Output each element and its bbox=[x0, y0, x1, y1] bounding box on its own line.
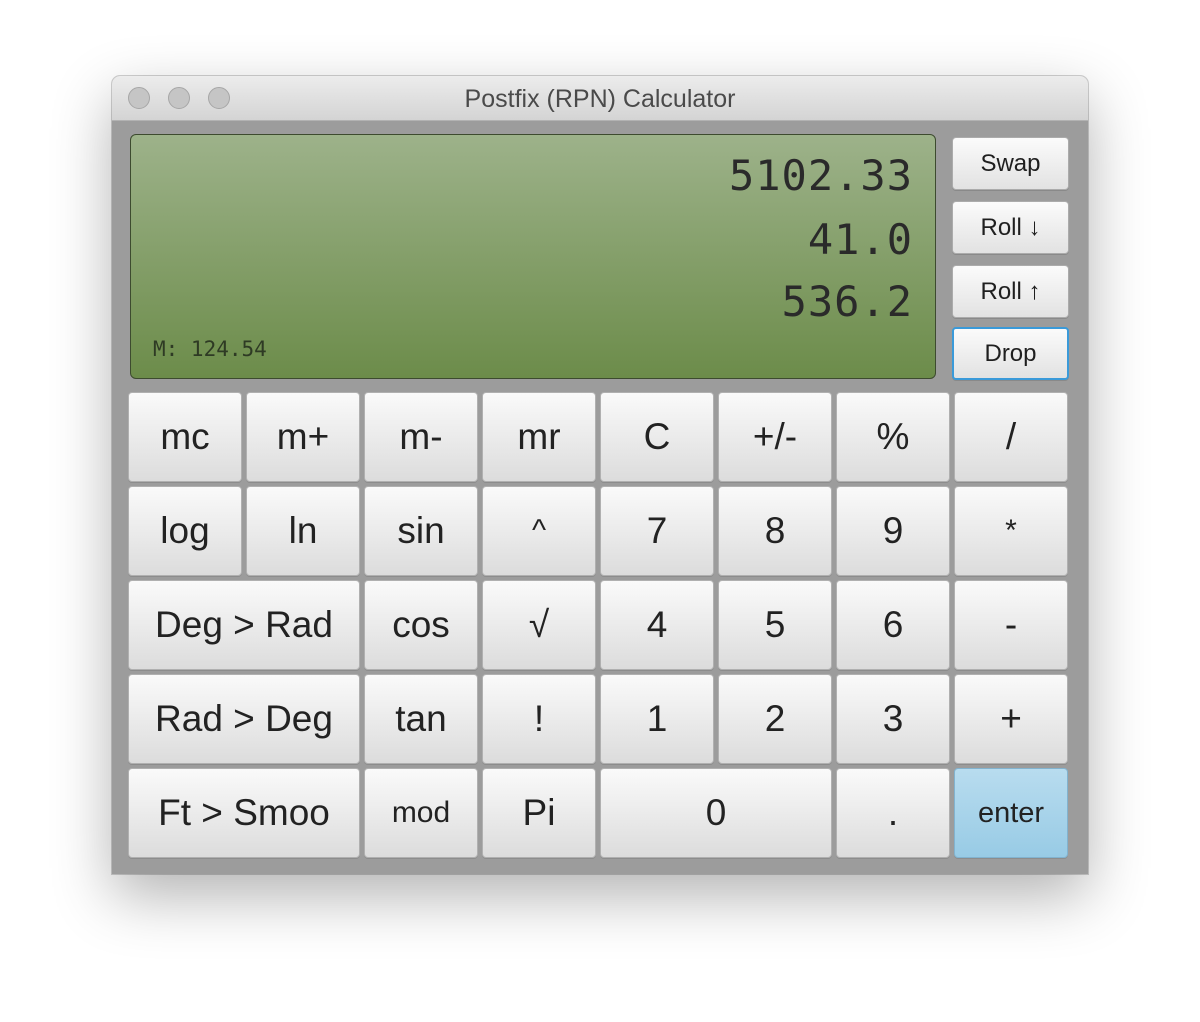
title-bar: Postfix (RPN) Calculator bbox=[112, 76, 1088, 121]
digit-5-key[interactable]: 5 bbox=[718, 580, 832, 670]
decimal-point-key[interactable]: . bbox=[836, 768, 950, 858]
stack-value-3: 536.2 bbox=[781, 277, 913, 326]
digit-9-key[interactable]: 9 bbox=[836, 486, 950, 576]
pi-key[interactable]: Pi bbox=[482, 768, 596, 858]
digit-7-key[interactable]: 7 bbox=[600, 486, 714, 576]
memory-add-key[interactable]: m+ bbox=[246, 392, 360, 482]
ln-key[interactable]: ln bbox=[246, 486, 360, 576]
power-key[interactable]: ^ bbox=[482, 486, 596, 576]
subtract-key[interactable]: - bbox=[954, 580, 1068, 670]
percent-key[interactable]: % bbox=[836, 392, 950, 482]
enter-key[interactable]: enter bbox=[954, 768, 1068, 858]
window-title: Postfix (RPN) Calculator bbox=[464, 85, 736, 113]
roll-down-button[interactable]: Roll ↓ bbox=[952, 201, 1069, 254]
add-key[interactable]: + bbox=[954, 674, 1068, 764]
tan-key[interactable]: tan bbox=[364, 674, 478, 764]
stack-value-2: 41.0 bbox=[807, 215, 913, 264]
sin-key[interactable]: sin bbox=[364, 486, 478, 576]
negate-key[interactable]: +/- bbox=[718, 392, 832, 482]
lcd-display: 5102.33 41.0 536.2 M: 124.54 bbox=[130, 134, 936, 379]
stack-value-1: 5102.33 bbox=[728, 151, 913, 200]
swap-button[interactable]: Swap bbox=[952, 137, 1069, 190]
digit-6-key[interactable]: 6 bbox=[836, 580, 950, 670]
factorial-key[interactable]: ! bbox=[482, 674, 596, 764]
digit-3-key[interactable]: 3 bbox=[836, 674, 950, 764]
memory-readout: M: 124.54 bbox=[153, 337, 267, 361]
digit-2-key[interactable]: 2 bbox=[718, 674, 832, 764]
digit-0-key[interactable]: 0 bbox=[600, 768, 832, 858]
rad-to-deg-key[interactable]: Rad > Deg bbox=[128, 674, 360, 764]
roll-up-button[interactable]: Roll ↑ bbox=[952, 265, 1069, 318]
clear-key[interactable]: C bbox=[600, 392, 714, 482]
digit-1-key[interactable]: 1 bbox=[600, 674, 714, 764]
memory-recall-key[interactable]: mr bbox=[482, 392, 596, 482]
memory-subtract-key[interactable]: m- bbox=[364, 392, 478, 482]
modulo-key[interactable]: mod bbox=[364, 768, 478, 858]
drop-button[interactable]: Drop bbox=[952, 327, 1069, 380]
log-key[interactable]: log bbox=[128, 486, 242, 576]
square-root-key[interactable]: √ bbox=[482, 580, 596, 670]
divide-key[interactable]: / bbox=[954, 392, 1068, 482]
cos-key[interactable]: cos bbox=[364, 580, 478, 670]
multiply-key[interactable]: * bbox=[954, 486, 1068, 576]
digit-4-key[interactable]: 4 bbox=[600, 580, 714, 670]
calculator-window: Postfix (RPN) Calculator 5102.33 41.0 53… bbox=[112, 76, 1088, 874]
digit-8-key[interactable]: 8 bbox=[718, 486, 832, 576]
feet-to-smoots-key[interactable]: Ft > Smoo bbox=[128, 768, 360, 858]
memory-clear-key[interactable]: mc bbox=[128, 392, 242, 482]
deg-to-rad-key[interactable]: Deg > Rad bbox=[128, 580, 360, 670]
